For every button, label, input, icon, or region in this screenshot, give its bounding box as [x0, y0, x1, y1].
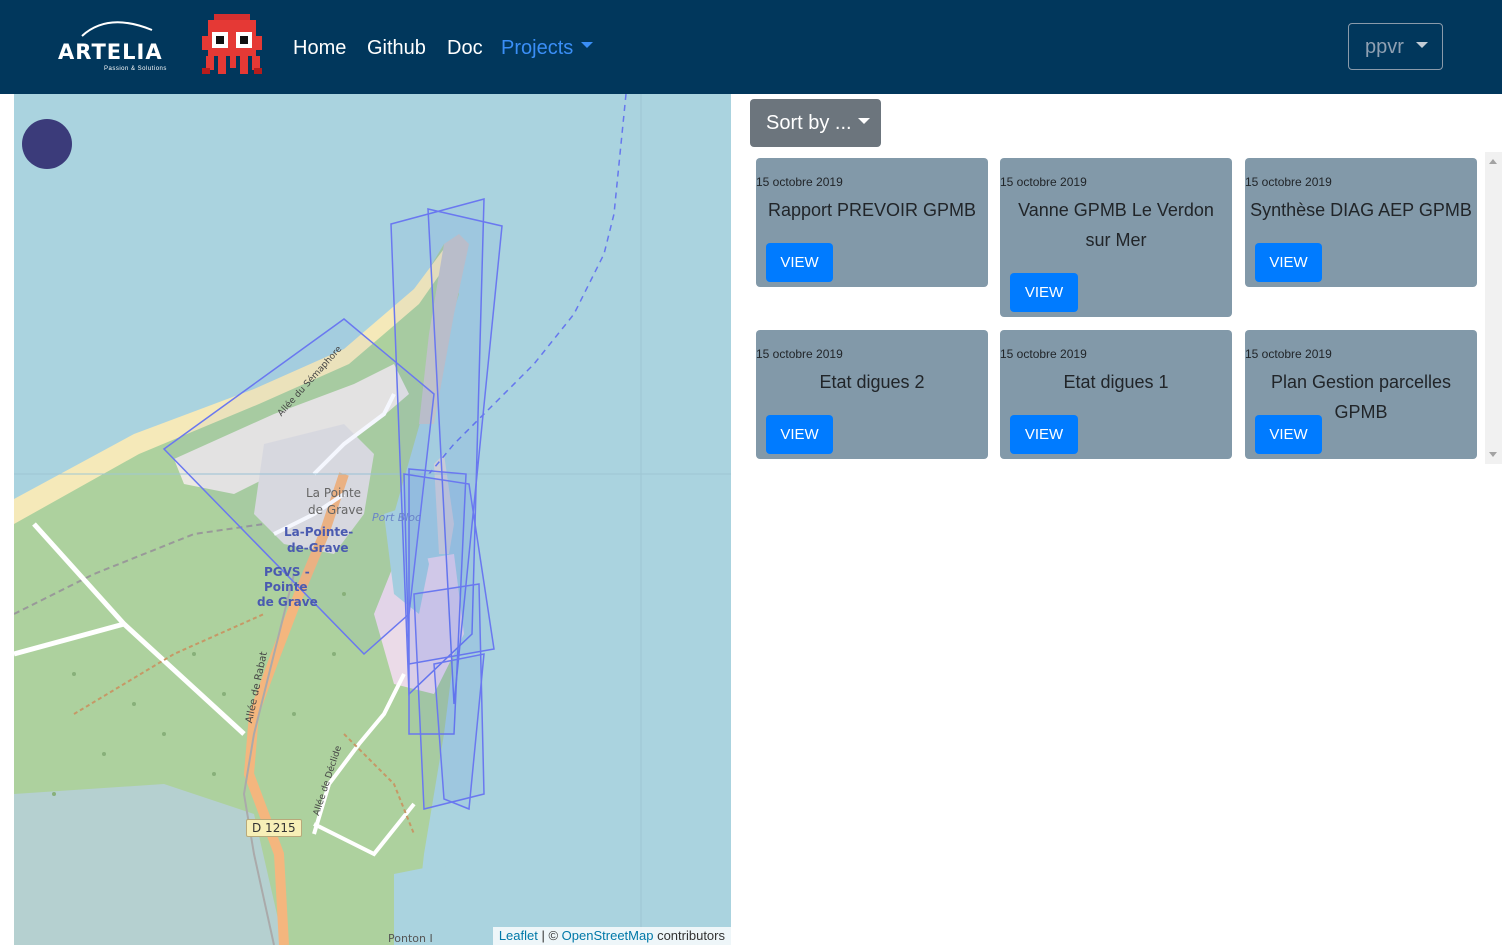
project-card: 15 octobre 2019 Synthèse DIAG AEP GPMB V… — [1245, 158, 1477, 287]
map-attribution: Leaflet | © OpenStreetMap contributors — [492, 927, 731, 945]
view-button[interactable]: VIEW — [1255, 243, 1322, 282]
map-label-station-1: PGVS - — [264, 565, 310, 579]
nav-home-link[interactable]: Home — [293, 36, 346, 60]
nav-projects-dropdown[interactable]: Projects — [501, 36, 594, 60]
brand-tagline: Passion & Solutions — [104, 66, 167, 72]
chevron-down-icon — [581, 41, 594, 48]
map-label-station-3: de Grave — [257, 595, 318, 609]
cards-scrollbar[interactable] — [1485, 152, 1502, 464]
view-button[interactable]: VIEW — [766, 415, 833, 454]
map-label-town-grey-2: de Grave — [308, 503, 363, 517]
card-title: Rapport PREVOIR GPMB — [767, 200, 977, 220]
view-button[interactable]: VIEW — [1255, 415, 1322, 454]
nav-github-link[interactable]: Github — [367, 36, 426, 60]
card-date: 15 octobre 2019 — [1000, 175, 1087, 189]
user-menu-label: ppvr — [1365, 36, 1404, 58]
scroll-down-arrow-icon[interactable] — [1489, 452, 1497, 457]
map-label-port: Port Bloc — [372, 511, 422, 524]
brand-name: ARTELIA — [58, 40, 163, 64]
sort-by-dropdown[interactable]: Sort by ... — [750, 99, 881, 147]
map-label-ponton: Ponton I — [388, 932, 433, 945]
map-location-marker[interactable] — [22, 119, 72, 169]
octopus-mascot-icon[interactable] — [202, 14, 262, 76]
project-card: 15 octobre 2019 Etat digues 1 VIEW — [1000, 330, 1232, 459]
artelia-logo[interactable]: ARTELIA Passion & Solutions — [58, 16, 180, 74]
map-label-road-ref: D 1215 — [246, 819, 302, 837]
sort-by-label: Sort by ... — [766, 112, 852, 134]
logo-swoosh-icon — [81, 21, 153, 37]
card-title: Etat digues 1 — [1063, 372, 1169, 392]
card-date: 15 octobre 2019 — [1245, 175, 1332, 189]
card-date: 15 octobre 2019 — [1000, 347, 1087, 361]
map-label-town-blue-1: La-Pointe- — [284, 525, 354, 539]
user-menu-dropdown[interactable]: ppvr — [1348, 23, 1443, 70]
card-title: Vanne GPMB Le Verdon sur Mer — [1018, 200, 1214, 250]
card-date: 15 octobre 2019 — [756, 175, 843, 189]
card-title: Etat digues 2 — [819, 372, 925, 392]
map-label-town-grey-1: La Pointe — [306, 486, 362, 500]
card-title: Synthèse DIAG AEP GPMB — [1250, 200, 1472, 220]
scroll-up-arrow-icon[interactable] — [1489, 159, 1497, 164]
leaflet-link[interactable]: Leaflet — [499, 928, 538, 943]
card-date: 15 octobre 2019 — [756, 347, 843, 361]
project-card: 15 octobre 2019 Vanne GPMB Le Verdon sur… — [1000, 158, 1232, 317]
map-label-station-2: Pointe — [264, 580, 308, 594]
map-label-town-blue-2: de-Grave — [287, 541, 349, 555]
project-card: 15 octobre 2019 Rapport PREVOIR GPMB VIE… — [756, 158, 988, 287]
card-date: 15 octobre 2019 — [1245, 347, 1332, 361]
map-view[interactable]: La Pointe de Grave Port Bloc La-Pointe- … — [14, 94, 731, 945]
view-button[interactable]: VIEW — [1010, 273, 1078, 312]
nav-projects-label: Projects — [501, 37, 574, 59]
chevron-down-icon — [1415, 41, 1428, 48]
project-card: 15 octobre 2019 Etat digues 2 VIEW — [756, 330, 988, 459]
openstreetmap-link[interactable]: OpenStreetMap — [562, 928, 654, 943]
navbar: ARTELIA Passion & Solutions Home Github … — [0, 0, 1502, 94]
project-card: 15 octobre 2019 Plan Gestion parcelles G… — [1245, 330, 1477, 459]
chevron-down-icon — [857, 117, 870, 124]
attribution-separator: | © — [537, 928, 562, 943]
attribution-suffix: contributors — [653, 928, 725, 943]
view-button[interactable]: VIEW — [766, 243, 833, 282]
view-button[interactable]: VIEW — [1010, 415, 1078, 454]
nav-doc-link[interactable]: Doc — [447, 36, 483, 60]
